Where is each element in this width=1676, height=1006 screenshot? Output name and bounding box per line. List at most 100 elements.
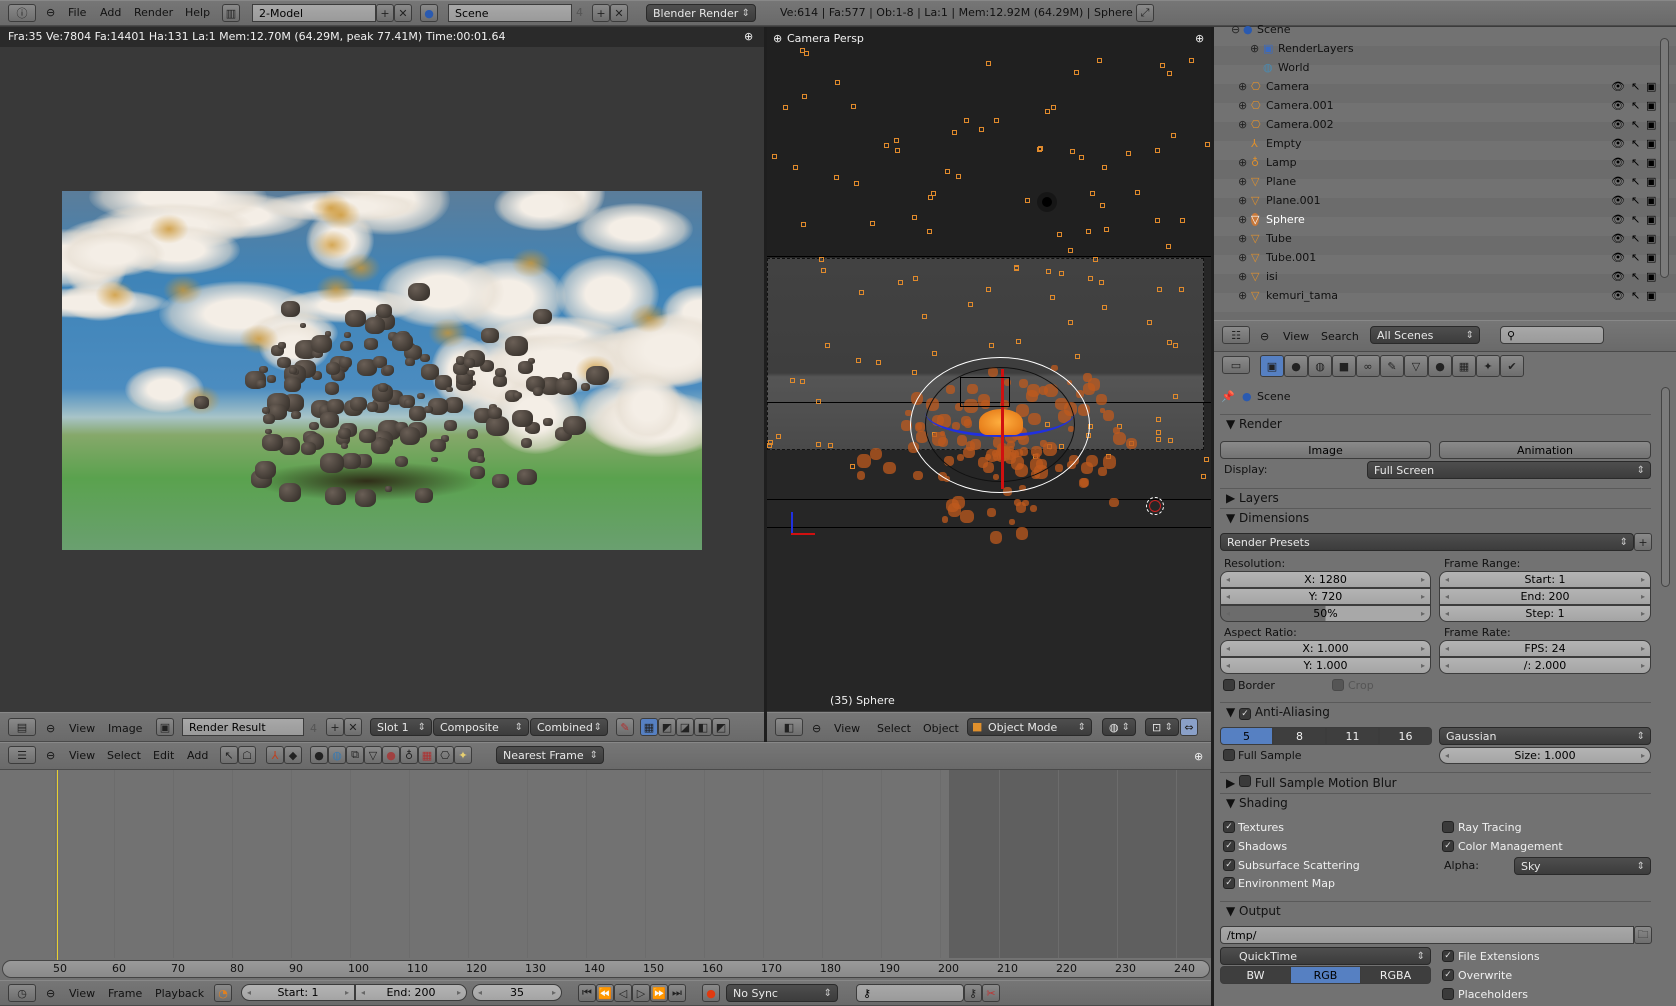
select-cursor-icon[interactable]: ↖: [1631, 99, 1640, 112]
select-cursor-icon[interactable]: ↖: [1631, 118, 1640, 131]
resolution-y-field[interactable]: Y: 720: [1220, 588, 1431, 605]
color-mode-bw-button[interactable]: BW: [1220, 966, 1291, 984]
slot-dropdown[interactable]: Slot 1: [370, 718, 432, 736]
collapse-icon[interactable]: ⊖: [46, 722, 55, 735]
lamp-object[interactable]: [1042, 197, 1052, 207]
render-camera-icon[interactable]: ▣: [1646, 289, 1656, 302]
menu-view[interactable]: View: [69, 722, 95, 735]
insert-keyframe-button[interactable]: ⚷: [964, 984, 982, 1002]
display-dropdown[interactable]: Full Screen: [1367, 461, 1651, 479]
manipulator-icon[interactable]: ⇔: [1180, 718, 1198, 736]
pivot-dropdown[interactable]: ⊡: [1145, 718, 1179, 736]
editor-type-dopesheet-icon[interactable]: ☰: [8, 746, 36, 764]
aa-samples-8-button[interactable]: 8: [1273, 727, 1326, 745]
menu-frame[interactable]: Frame: [108, 987, 142, 1000]
aspect-x-field[interactable]: X: 1.000: [1220, 640, 1431, 657]
render-camera-icon[interactable]: ▣: [1646, 213, 1656, 226]
motion-blur-panel-header[interactable]: ▶ Full Sample Motion Blur: [1220, 772, 1651, 792]
collapse-icon[interactable]: ⊖: [1231, 23, 1240, 36]
particle-filter-icon[interactable]: ✦: [454, 746, 472, 764]
border-checkbox[interactable]: [1223, 679, 1235, 691]
scene-icon[interactable]: ●: [420, 4, 438, 22]
scene-tab-icon[interactable]: ●: [1284, 355, 1308, 377]
mesh-filter-icon[interactable]: ▽: [364, 746, 382, 764]
constraints-tab-icon[interactable]: ∞: [1356, 355, 1380, 377]
fullscreen-icon[interactable]: ⤢: [1136, 4, 1154, 22]
menu-select[interactable]: Select: [107, 749, 141, 762]
rgb-alpha-icon[interactable]: ▦: [640, 718, 658, 736]
expand-icon[interactable]: ⊕: [1238, 232, 1247, 245]
pass-dropdown[interactable]: Combined: [530, 718, 608, 736]
outliner-item[interactable]: ⊕ ▽ kemuri_tama 👁 ↖ ▣: [1213, 287, 1659, 306]
color-mode-rgba-button[interactable]: RGBA: [1360, 966, 1431, 984]
expand-icon[interactable]: ⊕: [1238, 270, 1247, 283]
eye-icon[interactable]: 👁: [1611, 289, 1625, 302]
outliner-item[interactable]: ⊕ ▽ Sphere 👁 ↖ ▣: [1213, 211, 1659, 230]
expand-icon[interactable]: ⊕: [1238, 80, 1247, 93]
add-preset-button[interactable]: +: [1634, 533, 1652, 551]
texture-filter-icon[interactable]: ▦: [418, 746, 436, 764]
world-filter-icon[interactable]: ◍: [328, 746, 346, 764]
layers-panel-header[interactable]: ▶ Layers: [1220, 488, 1651, 507]
resolution-x-field[interactable]: X: 1280: [1220, 571, 1431, 588]
frame-end-field[interactable]: End: 200: [1439, 588, 1651, 605]
render-camera-icon[interactable]: ▣: [1646, 232, 1656, 245]
menu-search[interactable]: Search: [1321, 330, 1359, 343]
editor-type-3d-icon[interactable]: ◧: [775, 718, 803, 736]
prev-keyframe-button[interactable]: ⏪: [596, 984, 614, 1002]
image-browse-icon[interactable]: ▣: [156, 718, 174, 736]
editor-type-outliner-icon[interactable]: ☷: [1222, 326, 1250, 344]
green-channel-icon[interactable]: ◩: [712, 718, 730, 736]
render-tab-icon[interactable]: ▣: [1260, 355, 1284, 377]
collapse-icon[interactable]: ⊖: [46, 749, 55, 762]
select-cursor-icon[interactable]: ↖: [1631, 213, 1640, 226]
delete-screen-button[interactable]: ✕: [394, 4, 412, 22]
render-panel-header[interactable]: ▼ Render: [1220, 414, 1651, 433]
render-camera-icon[interactable]: ▣: [1646, 156, 1656, 169]
select-cursor-icon[interactable]: ↖: [1631, 270, 1640, 283]
preview-range-icon[interactable]: ◔: [214, 984, 232, 1002]
select-cursor-icon[interactable]: ↖: [1631, 156, 1640, 169]
antialiasing-checkbox[interactable]: ✓: [1239, 708, 1252, 720]
image-editor-add-icon[interactable]: ⊕: [744, 30, 753, 43]
render-animation-button[interactable]: Animation: [1439, 441, 1651, 459]
menu-add[interactable]: Add: [187, 749, 208, 762]
folder-browse-icon[interactable]: 🗀: [1634, 926, 1652, 944]
outliner-item[interactable]: ⊕ ♁ Lamp 👁 ↖ ▣: [1213, 154, 1659, 173]
select-cursor-icon[interactable]: ↖: [1631, 251, 1640, 264]
material-tab-icon[interactable]: ●: [1428, 355, 1452, 377]
full-sample-checkbox[interactable]: [1223, 749, 1235, 761]
end-frame-field[interactable]: End: 200: [355, 984, 467, 1001]
3d-viewport[interactable]: Camera Persp ⊕ ⊕ (35) Sphere: [767, 27, 1213, 711]
outliner-item[interactable]: ⊕ ▽ Tube 👁 ↖ ▣: [1213, 230, 1659, 249]
eye-icon[interactable]: 👁: [1611, 80, 1625, 93]
expand-icon[interactable]: ⊕: [1238, 156, 1247, 169]
eye-icon[interactable]: 👁: [1611, 156, 1625, 169]
eye-icon[interactable]: 👁: [1611, 175, 1625, 188]
add-screen-button[interactable]: +: [376, 4, 394, 22]
start-frame-field[interactable]: Start: 1: [241, 984, 355, 1001]
eye-icon[interactable]: 👁: [1611, 137, 1625, 150]
raytracing-checkbox[interactable]: [1442, 821, 1454, 833]
file-extensions-checkbox[interactable]: ✓: [1442, 950, 1454, 962]
collapse-icon[interactable]: ⊖: [46, 987, 55, 1000]
outliner-item[interactable]: ◍ World: [1213, 59, 1659, 78]
render-camera-icon[interactable]: ▣: [1646, 175, 1656, 188]
select-cursor-icon[interactable]: ↖: [220, 746, 238, 764]
editor-split[interactable]: [764, 27, 767, 742]
color-mode-rgb-button[interactable]: RGB: [1290, 966, 1361, 984]
outliner-item[interactable]: ⊕ ▣ RenderLayers: [1213, 40, 1659, 59]
scene-filter-icon[interactable]: ●: [310, 746, 328, 764]
antialiasing-panel-header[interactable]: ▼ ✓ Anti-Aliasing: [1220, 702, 1651, 722]
viewport-shading-dropdown[interactable]: ◍: [1102, 718, 1136, 736]
new-image-button[interactable]: +: [326, 718, 344, 736]
menu-image[interactable]: Image: [108, 722, 142, 735]
fps-base-field[interactable]: /: 2.000: [1439, 657, 1651, 674]
render-camera-icon[interactable]: ▣: [1646, 99, 1656, 112]
aa-filter-dropdown[interactable]: Gaussian: [1439, 727, 1651, 745]
data-tab-icon[interactable]: ▽: [1404, 355, 1428, 377]
dimensions-panel-header[interactable]: ▼ Dimensions: [1220, 508, 1651, 527]
shadows-checkbox[interactable]: ✓: [1223, 840, 1235, 852]
alpha-icon[interactable]: ◩: [658, 718, 676, 736]
menu-edit[interactable]: Edit: [153, 749, 174, 762]
